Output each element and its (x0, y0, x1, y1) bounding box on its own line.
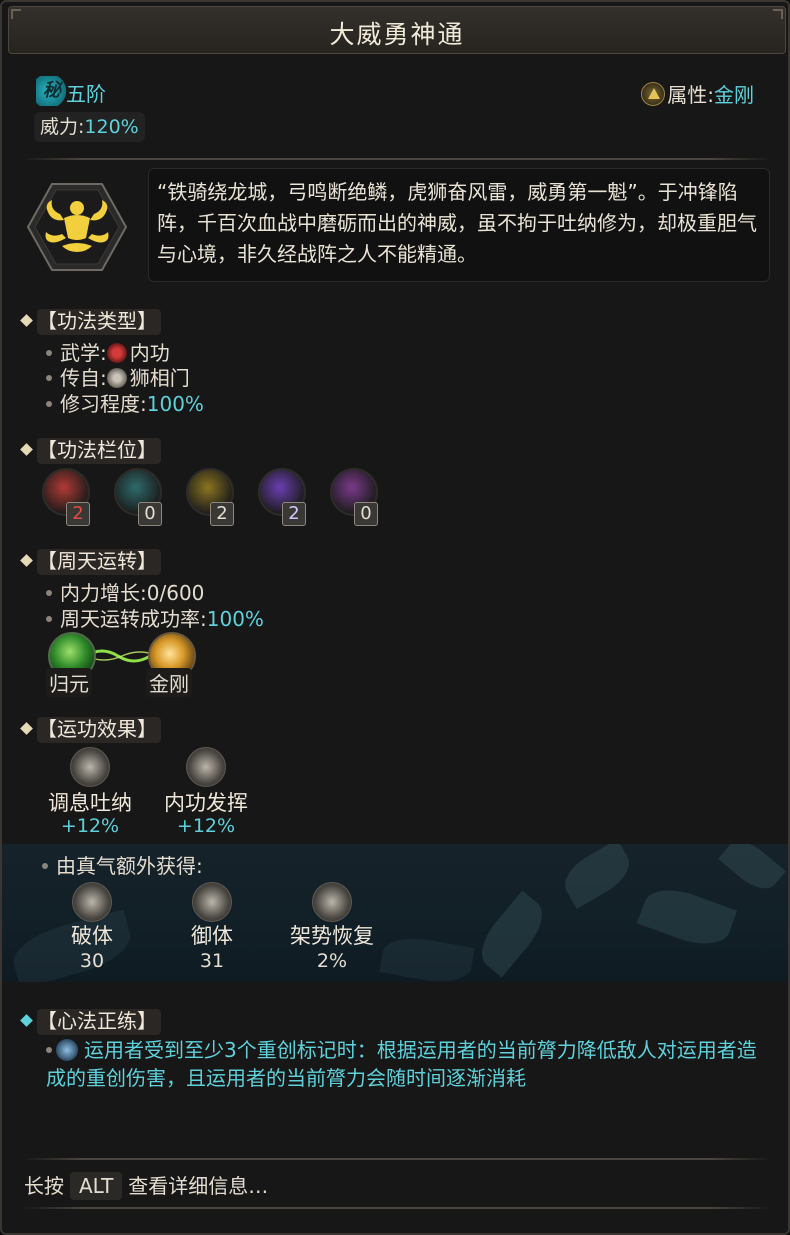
diamond-bullet-icon (20, 554, 33, 567)
bonus-label: 由真气额外获得: (56, 854, 203, 878)
power-stat: 威力:120% (34, 112, 145, 142)
mastery-value: 100% (146, 392, 204, 416)
break-body-fist-icon (72, 882, 112, 922)
alt-key[interactable]: ALT (70, 1172, 123, 1200)
mind-text: 运用者受到至少3个重创标记时：根据运用者的当前膂力降低敌人对运用者造成的重创伤害… (46, 1038, 757, 1090)
breathing-swirl-icon (70, 747, 110, 787)
qi-bonus-area: 由真气额外获得: 破体 30 御体 31 架势恢复 2% (2, 844, 788, 982)
bonus-name: 御体 (191, 924, 233, 948)
attribute-stat: 属性:金刚 (641, 79, 754, 108)
section-header-circulation: 【周天运转】 (20, 545, 161, 575)
rank-text: 五阶 (66, 82, 106, 106)
divider (22, 1158, 772, 1160)
attribute-label: 属性: (667, 83, 714, 107)
skill-title: 大威勇神通 (329, 20, 465, 49)
footer-suffix: 查看详细信息… (128, 1174, 269, 1198)
section-header-type: 【功法类型】 (20, 305, 161, 335)
origin-line: 传自: 狮相门 (46, 362, 190, 391)
effect-name: 内功发挥 (164, 791, 248, 815)
bonus-value: 30 (79, 950, 105, 972)
node-label: 归元 (46, 668, 92, 697)
skill-slot[interactable]: 2 (186, 468, 236, 528)
origin-value: 狮相门 (129, 366, 190, 390)
stance-recovery-face-icon (312, 882, 352, 922)
slot-count: 0 (354, 502, 378, 526)
growth-label: 内力增长: (60, 581, 147, 605)
effect-value: +12% (60, 815, 120, 837)
rate-value: 100% (206, 607, 264, 631)
bonus-name: 破体 (71, 924, 113, 948)
skill-tooltip-panel: 大威勇神通 秘 五阶 威力:120% 属性:金刚 “铁骑绕龙城，弓鸣断绝鳞，虎狮… (0, 0, 790, 1235)
skill-slot[interactable]: 2 (42, 468, 92, 528)
footer-hint: 长按 ALT 查看详细信息… (24, 1170, 268, 1200)
inner-art-icon (106, 343, 127, 363)
divider (22, 1207, 772, 1209)
diamond-bullet-icon (20, 443, 33, 456)
slot-count: 2 (210, 502, 234, 526)
rank-badge-icon: 秘 (36, 76, 68, 106)
power-label: 威力: (40, 116, 85, 138)
guard-body-hand-icon (192, 882, 232, 922)
node-label: 金刚 (146, 668, 192, 697)
mind-effect-text: 运用者受到至少3个重创标记时：根据运用者的当前膂力降低敌人对运用者造成的重创伤害… (46, 1036, 766, 1092)
bonus-value: 31 (199, 950, 225, 972)
skill-slot[interactable]: 0 (114, 468, 164, 528)
attribute-value: 金刚 (714, 83, 754, 107)
mastery-label: 修习程度: (60, 392, 147, 416)
skill-slot[interactable]: 2 (258, 468, 308, 528)
origin-label: 传自: (60, 366, 107, 390)
bonus-value: 2% (316, 950, 348, 972)
section-header-mind: 【心法正练】 (20, 1005, 161, 1035)
vajra-triangle-icon (641, 82, 666, 106)
title-bar: 大威勇神通 (8, 6, 786, 54)
effect-name: 调息吐纳 (48, 791, 132, 815)
slot-count: 2 (282, 502, 306, 526)
power-value: 120% (84, 116, 139, 138)
growth-value: 0/600 (146, 581, 205, 605)
section-header-slots: 【功法栏位】 (20, 434, 161, 464)
lion-sect-icon (106, 368, 127, 388)
slot-count: 0 (138, 502, 162, 526)
bonus-label-line: 由真气额外获得: (42, 850, 203, 879)
skill-slot[interactable]: 0 (330, 468, 380, 528)
diamond-bullet-icon (20, 1014, 33, 1027)
inner-art-swirl-icon (186, 747, 226, 787)
rate-line: 周天运转成功率:100% (46, 603, 264, 632)
slot-count: 2 (66, 502, 90, 526)
mastery-line: 修习程度:100% (46, 388, 204, 417)
rate-label: 周天运转成功率: (60, 607, 207, 631)
diamond-bullet-icon (20, 314, 33, 327)
diamond-bullet-icon (20, 722, 33, 735)
effect-value: +12% (176, 815, 236, 837)
lion-sect-emblem-icon (26, 183, 128, 271)
skill-description: “铁骑绕龙城，弓鸣断绝鳞，虎狮奋风雷，威勇第一魁”。于冲锋陷阵，千百次血战中磨砺… (148, 168, 770, 282)
mind-art-icon (56, 1039, 78, 1061)
growth-line: 内力增长:0/600 (46, 577, 204, 606)
footer-prefix: 长按 (24, 1174, 64, 1198)
bonus-name: 架势恢复 (290, 924, 374, 948)
section-header-effects: 【运功效果】 (20, 713, 161, 743)
divider (22, 158, 772, 160)
